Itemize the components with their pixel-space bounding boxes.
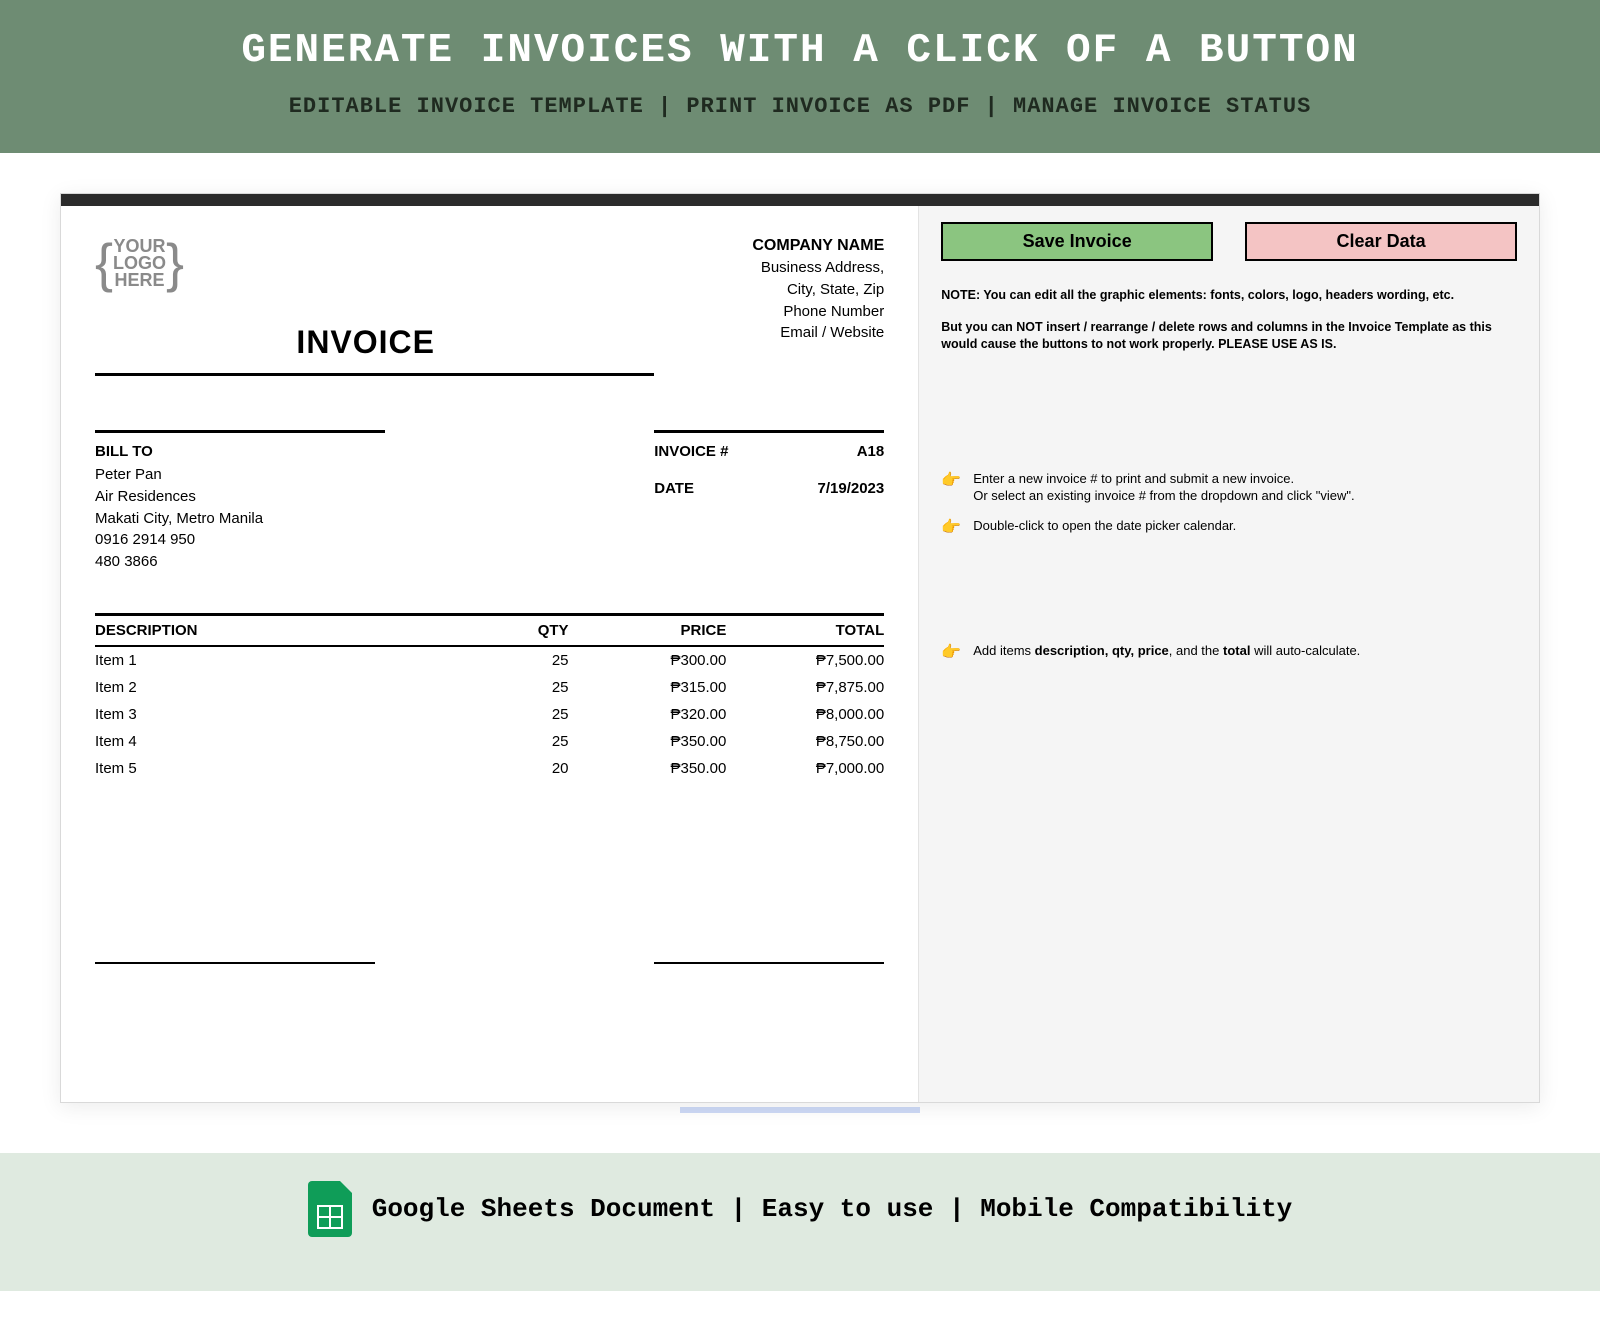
hero-banner: GENERATE INVOICES WITH A CLICK OF A BUTT… — [0, 0, 1600, 153]
logo-placeholder[interactable]: { YOUR LOGO HERE } — [95, 234, 184, 293]
instructions-pane: Save Invoice Clear Data NOTE: You can ed… — [918, 194, 1539, 1102]
col-qty: QTY — [458, 614, 568, 646]
bill-to-phone2: 480 3866 — [95, 551, 385, 573]
banner-title: GENERATE INVOICES WITH A CLICK OF A BUTT… — [0, 28, 1600, 74]
divider — [654, 430, 884, 433]
company-info[interactable]: COMPANY NAME Business Address, City, Sta… — [752, 234, 884, 344]
logo-line: HERE — [115, 270, 165, 290]
divider — [95, 373, 654, 376]
google-sheets-icon — [308, 1181, 352, 1237]
note-text: But you can NOT insert / rearrange / del… — [941, 319, 1517, 354]
invoice-number-label: INVOICE # — [654, 443, 728, 460]
invoice-date-label: DATE — [654, 480, 694, 497]
clear-data-button[interactable]: Clear Data — [1245, 222, 1517, 261]
hint-date: 👉 Double-click to open the date picker c… — [941, 517, 1517, 539]
table-row[interactable]: Item 325₱320.00₱8,000.00 — [95, 701, 884, 728]
bill-to-phone1: 0916 2914 950 — [95, 529, 385, 551]
col-total: TOTAL — [726, 614, 884, 646]
bill-to-city: Makati City, Metro Manila — [95, 508, 385, 530]
company-name: COMPANY NAME — [752, 234, 884, 257]
col-price: PRICE — [569, 614, 727, 646]
hint-items: 👉 Add items description, qty, price, and… — [941, 642, 1517, 664]
col-description: DESCRIPTION — [95, 614, 458, 646]
invoice-number-value[interactable]: A18 — [857, 443, 885, 460]
pointing-hand-icon: 👉 — [941, 470, 961, 492]
pointing-hand-icon: 👉 — [941, 517, 961, 539]
footer-banner: Google Sheets Document | Easy to use | M… — [0, 1153, 1600, 1291]
table-row[interactable]: Item 520₱350.00₱7,000.00 — [95, 755, 884, 782]
bill-to-section[interactable]: BILL TO Peter Pan Air Residences Makati … — [95, 430, 385, 573]
bill-to-header: BILL TO — [95, 443, 385, 460]
table-row[interactable]: Item 225₱315.00₱7,875.00 — [95, 674, 884, 701]
invoice-meta: INVOICE # A18 DATE 7/19/2023 — [654, 430, 884, 573]
invoice-title: INVOICE — [95, 324, 435, 361]
pointing-hand-icon: 👉 — [941, 642, 961, 664]
footer-text: Google Sheets Document | Easy to use | M… — [372, 1194, 1293, 1224]
company-contact: Email / Website — [752, 322, 884, 344]
sheet-selection-indicator — [680, 1107, 920, 1113]
invoice-template-pane: { YOUR LOGO HERE } COMPANY NAME Business… — [61, 194, 918, 1102]
table-row[interactable]: Item 125₱300.00₱7,500.00 — [95, 646, 884, 674]
company-phone: Phone Number — [752, 301, 884, 323]
divider — [95, 430, 385, 433]
hint-invoice-number: 👉 Enter a new invoice # to print and sub… — [941, 470, 1517, 505]
banner-subtitle: EDITABLE INVOICE TEMPLATE | PRINT INVOIC… — [0, 94, 1600, 119]
spreadsheet-view: { YOUR LOGO HERE } COMPANY NAME Business… — [60, 193, 1540, 1103]
note-text: NOTE: You can edit all the graphic eleme… — [941, 287, 1517, 305]
save-invoice-button[interactable]: Save Invoice — [941, 222, 1213, 261]
company-address: Business Address, — [752, 257, 884, 279]
line-items-table[interactable]: DESCRIPTION QTY PRICE TOTAL Item 125₱300… — [95, 613, 884, 782]
bill-to-company: Air Residences — [95, 486, 385, 508]
bill-to-name: Peter Pan — [95, 464, 385, 486]
invoice-date-value[interactable]: 7/19/2023 — [818, 480, 885, 497]
signature-lines — [95, 962, 884, 964]
table-row[interactable]: Item 425₱350.00₱8,750.00 — [95, 728, 884, 755]
company-csz: City, State, Zip — [752, 279, 884, 301]
